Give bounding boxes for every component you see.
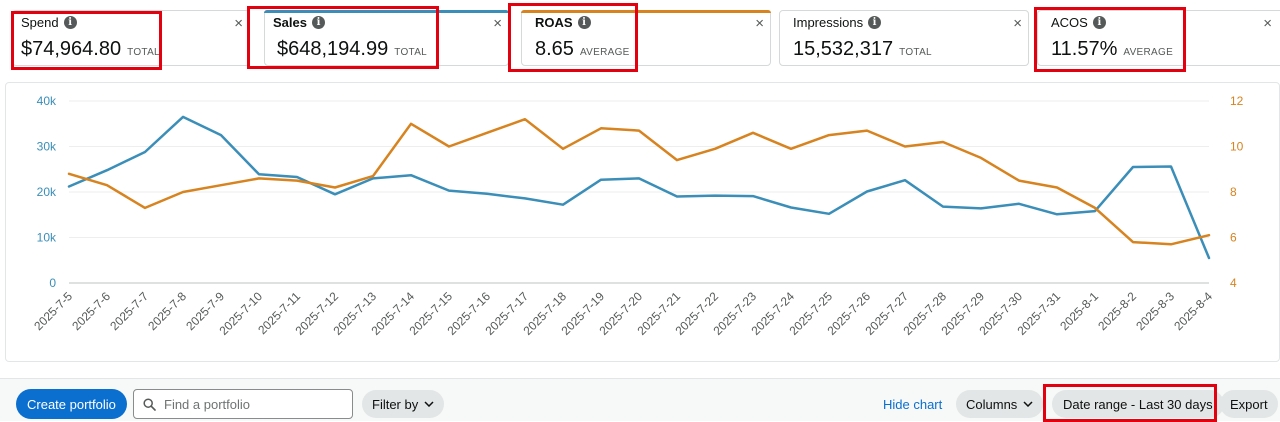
series-color-bar	[264, 10, 509, 13]
create-portfolio-button[interactable]: Create portfolio	[16, 389, 127, 419]
x-tick-label: 2025-8-3	[1133, 289, 1177, 333]
date-range-button[interactable]: Date range - Last 30 days	[1052, 390, 1224, 418]
filter-label: Filter by	[372, 396, 419, 412]
metric-value: $648,194.99 TOTAL	[277, 38, 428, 60]
info-icon[interactable]: i	[311, 16, 325, 29]
portfolio-toolbar: Create portfolio Filter by Hide chart Co…	[0, 378, 1280, 422]
info-icon[interactable]: i	[63, 16, 77, 29]
series-line-sales	[67, 115, 1211, 260]
x-tick-label: 2025-8-1	[1057, 289, 1101, 333]
y-right-tick-label: 8	[1230, 185, 1237, 199]
columns-dropdown[interactable]: Columns	[956, 390, 1044, 418]
close-icon[interactable]: ×	[234, 15, 243, 32]
close-icon[interactable]: ×	[1263, 15, 1272, 32]
hide-chart-link[interactable]: Hide chart	[883, 397, 942, 412]
close-icon[interactable]: ×	[755, 15, 764, 32]
metric-card-roas[interactable]: ROAS i 8.65 AVERAGE ×	[521, 10, 771, 66]
x-tick-label: 2025-7-5	[31, 289, 75, 333]
y-left-tick-label: 20k	[37, 185, 57, 199]
metric-card-acos[interactable]: ACOS i 11.57% AVERAGE ×	[1037, 10, 1280, 66]
export-label: Export	[1230, 396, 1268, 412]
series-color-bar	[521, 10, 771, 13]
y-right-tick-label: 6	[1230, 231, 1237, 245]
metric-card-spend[interactable]: Spend i $74,964.80 TOTAL ×	[12, 10, 250, 66]
y-left-tick-label: 10k	[37, 231, 57, 245]
info-icon[interactable]: i	[577, 16, 591, 29]
search-input[interactable]	[164, 396, 344, 412]
info-icon[interactable]: i	[868, 16, 882, 29]
metric-value: 8.65 AVERAGE	[535, 38, 630, 60]
y-right-tick-label: 4	[1230, 276, 1237, 290]
metric-card-sales[interactable]: Sales i $648,194.99 TOTAL ×	[264, 10, 509, 66]
metric-label: Spend i	[21, 15, 77, 30]
metric-card-impressions[interactable]: Impressions i 15,532,317 TOTAL ×	[779, 10, 1029, 66]
chevron-down-icon	[1023, 401, 1033, 407]
x-tick-label: 2025-7-7	[107, 289, 151, 333]
metric-value: $74,964.80 TOTAL	[21, 38, 160, 60]
x-tick-label: 2025-7-8	[145, 289, 189, 333]
chevron-down-icon	[424, 401, 434, 407]
metric-label: Impressions i	[793, 15, 882, 30]
y-right-tick-label: 10	[1230, 140, 1244, 154]
series-line-roas	[67, 117, 1211, 246]
portfolio-search[interactable]	[133, 389, 353, 419]
metric-value: 11.57% AVERAGE	[1051, 38, 1174, 60]
close-icon[interactable]: ×	[493, 15, 502, 32]
x-tick-label: 2025-8-4	[1171, 289, 1215, 333]
x-tick-label: 2025-7-6	[69, 289, 113, 333]
y-left-tick-label: 0	[49, 276, 56, 290]
search-icon	[143, 397, 156, 411]
metric-cards: Spend i $74,964.80 TOTAL × Sales i $648,194…	[0, 0, 1280, 80]
y-right-tick-label: 12	[1230, 94, 1244, 108]
chart-panel: 0 10k 20k 30k 40k 4 6 8 10 12 2025-7-5 2025-7-6 2025…	[5, 82, 1280, 362]
filter-by-dropdown[interactable]: Filter by	[362, 390, 445, 418]
performance-chart: 010k20k30k40k46810122025-7-52025-7-62025…	[31, 94, 1244, 338]
x-tick-label: 2025-8-2	[1095, 289, 1139, 333]
y-left-tick-label: 40k	[37, 94, 57, 108]
metric-label: ROAS i	[535, 15, 591, 30]
export-button[interactable]: Export	[1220, 390, 1278, 418]
columns-label: Columns	[966, 396, 1018, 412]
close-icon[interactable]: ×	[1013, 15, 1022, 32]
y-left-tick-label: 30k	[37, 140, 57, 154]
metric-value: 15,532,317 TOTAL	[793, 38, 932, 60]
date-range-label: Date range - Last 30 days	[1063, 396, 1213, 412]
metric-label: Sales i	[273, 15, 325, 30]
info-icon[interactable]: i	[1092, 16, 1106, 29]
metric-label: ACOS i	[1051, 15, 1106, 30]
